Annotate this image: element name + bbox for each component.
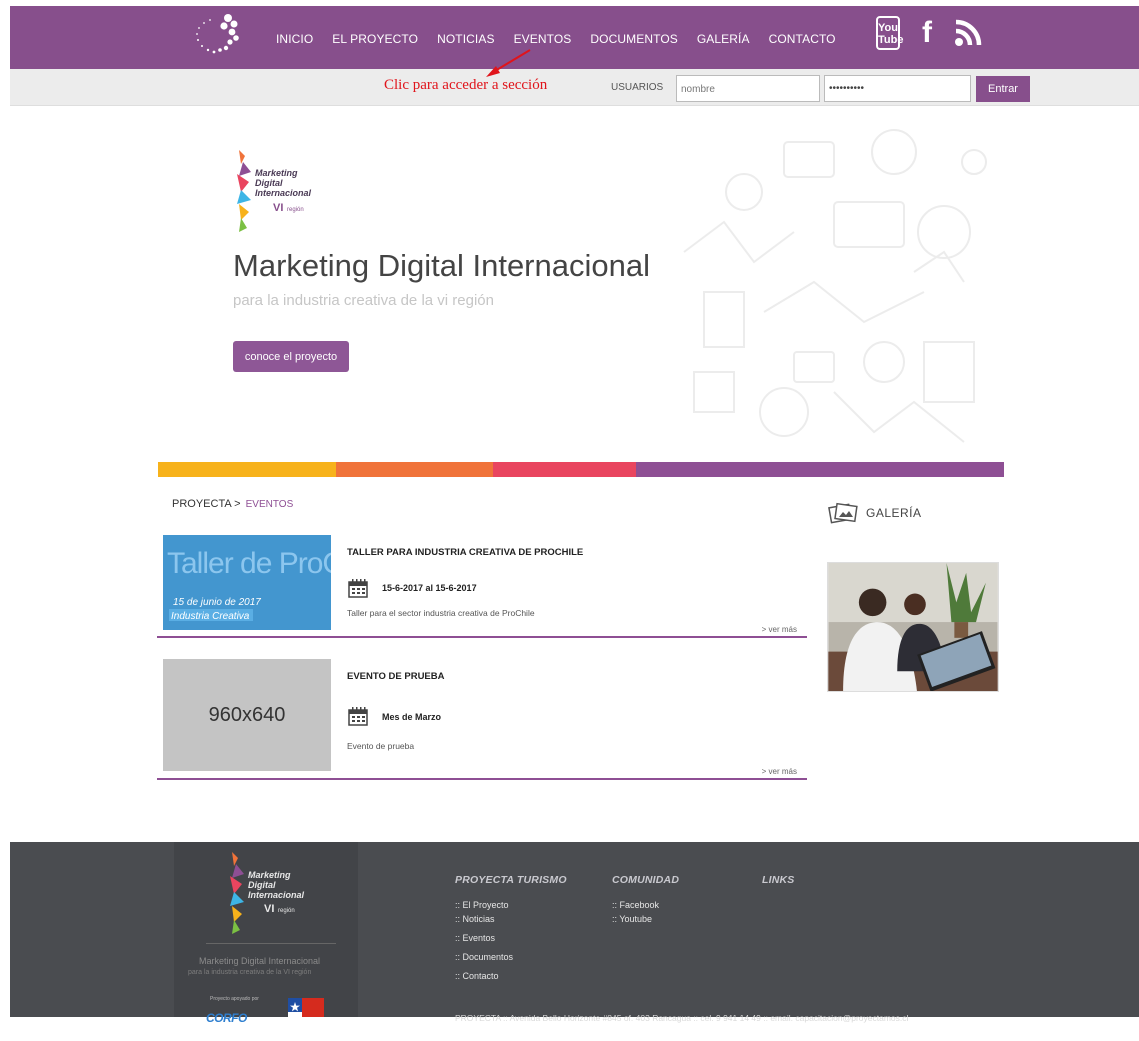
svg-text:Digital: Digital [248,880,276,890]
nav-item-galeria[interactable]: GALERÍA [697,32,750,46]
footer-col-links: LINKS [762,874,795,898]
event-thumbnail-placeholder[interactable]: 960x640 [163,659,331,771]
event-item: Taller de ProChile 15 de junio de 2017 I… [157,535,807,638]
hero-logo-line3: Internacional [255,188,312,198]
event-title[interactable]: EVENTO DE PRUEBA [347,671,444,682]
youtube-icon-text-tube: Tube [878,34,904,46]
svg-text:VI: VI [264,903,274,915]
breadcrumb-current: EVENTOS [245,499,294,510]
footer-col-comunidad: COMUNIDAD :: Facebook :: Youtube [612,874,679,926]
stripe-purple [636,462,1004,477]
hero-logo-region-small: región [287,207,304,213]
svg-text:15 de junio de 2017: 15 de junio de 2017 [173,597,261,608]
site-logo[interactable] [186,12,242,56]
footer-col-proyecta: PROYECTA TURISMO :: El Proyecto :: Notic… [455,874,567,983]
event-thumb-line1: 15 de junio de 2017 [173,597,261,608]
svg-text:Marketing: Marketing [248,870,291,880]
username-input[interactable]: nombre [676,75,820,102]
gallery-photo[interactable] [827,562,999,692]
svg-text:Taller de ProChile: Taller de ProChile [167,547,331,580]
footer-link-eventos[interactable]: :: Eventos [455,931,567,945]
footer-col-title: COMUNIDAD [612,874,680,886]
usuarios-label: USUARIOS [611,82,664,93]
hero-subtitle: para la industria creativa de la vi regi… [233,292,494,309]
facebook-icon[interactable]: f [922,18,932,48]
youtube-icon[interactable]: You Tube [876,16,904,50]
footer-support-label: Proyecto apoyado por [210,996,259,1002]
youtube-icon-text-you: You [878,22,898,34]
footer-col-title: LINKS [762,874,795,886]
gallery-header: GALERÍA [828,502,922,524]
svg-text:región: región [278,908,295,914]
svg-text:región: región [287,207,304,213]
hero-logo-line1: Marketing [255,168,298,178]
nav-item-el-proyecto[interactable]: EL PROYECTO [332,32,418,46]
social-links: You Tube f [876,16,982,50]
event-thumb-line2: Industria Creativa [171,611,250,622]
hero-logo-region: VI [273,202,283,214]
nav-item-contacto[interactable]: CONTACTO [769,32,836,46]
hero-banner: Marketing Digital Internacional VI regió… [158,112,1004,462]
footer-link-el-proyecto[interactable]: :: El Proyecto [455,898,567,912]
breadcrumb-root[interactable]: PROYECTA > [172,498,241,510]
footer-link-documentos[interactable]: :: Documentos [455,950,567,964]
footer-col-title: PROYECTA TURISMO [455,874,567,886]
hero-logo-line2: Digital [255,178,283,188]
footer-tagline-title: Marketing Digital Internacional [199,956,321,966]
footer-logo-region: VI [264,903,274,915]
svg-text:Industria Creativa: Industria Creativa [171,611,250,622]
rss-icon[interactable] [954,19,982,47]
annotation-text: Clic para acceder a sección [384,77,548,93]
event-date: Mes de Marzo [382,712,442,722]
event-thumbnail[interactable]: Taller de ProChile 15 de junio de 2017 I… [163,535,331,630]
footer-logo-region-small: región [278,908,295,914]
footer-link-noticias[interactable]: :: Noticias [455,912,567,926]
breadcrumb: PROYECTA > EVENTOS [172,498,293,510]
footer-tagline-sub: para la industria creativa de la VI regi… [188,969,312,976]
svg-text:Digital: Digital [255,178,283,188]
footer-logo-line1: Marketing [248,870,291,880]
footer-logo-line3: Internacional [248,890,305,900]
footer-divider [206,943,336,944]
gobierno-chile-logo [288,998,324,1017]
main-nav: INICIO EL PROYECTO NOTICIAS EVENTOS DOCU… [276,32,855,46]
svg-text:Marketing: Marketing [255,168,298,178]
doodle-background [683,129,987,443]
footer-project-logo: Marketing Digital Internacional VI regió… [230,852,305,934]
event-description: Taller para el sector industria creativa… [347,608,535,618]
footer-logo-line2: Digital [248,880,276,890]
nav-item-documentos[interactable]: DOCUMENTOS [590,32,677,46]
event-item: 960x640 EVENTO DE PRUEBA Mes de Marzo Ev… [157,659,807,780]
gallery-title: GALERÍA [866,506,922,520]
footer-link-contacto[interactable]: :: Contacto [455,969,567,983]
page: INICIO EL PROYECTO NOTICIAS EVENTOS DOCU… [0,0,1139,1041]
event-date: 15-6-2017 al 15-6-2017 [382,583,477,593]
conoce-proyecto-button[interactable]: conoce el proyecto [233,341,349,372]
footer-address: PROYECTA :: Avenida Bello Horizonte #845… [455,1013,909,1023]
stripe-orange [336,462,493,477]
color-stripe [158,462,1004,477]
ver-mas-link[interactable]: > ver más [762,625,797,634]
annotation-arrow [486,49,531,77]
calendar-icon [348,707,368,726]
gallery-icon [828,502,858,524]
footer-link-youtube[interactable]: :: Youtube [612,912,679,926]
password-input[interactable]: •••••••••• [824,75,971,102]
footer-link-facebook[interactable]: :: Facebook [612,898,679,912]
stripe-pink [493,462,636,477]
calendar-icon [348,579,368,598]
event-description: Evento de prueba [347,741,415,751]
nav-item-inicio[interactable]: INICIO [276,32,313,46]
ver-mas-link[interactable]: > ver más [762,767,797,776]
svg-text:Internacional: Internacional [248,890,305,900]
event-thumb-title: Taller de ProChile [167,547,331,580]
hero-project-logo: Marketing Digital Internacional VI regió… [237,150,312,232]
stripe-yellow [158,462,336,477]
corfo-logo: CORFO [206,1011,247,1025]
svg-text:VI: VI [273,202,283,214]
hero-title: Marketing Digital Internacional [233,248,650,283]
event-title[interactable]: TALLER PARA INDUSTRIA CREATIVA DE PROCHI… [347,547,583,558]
login-button[interactable]: Entrar [976,76,1030,102]
svg-text:Internacional: Internacional [255,188,312,198]
